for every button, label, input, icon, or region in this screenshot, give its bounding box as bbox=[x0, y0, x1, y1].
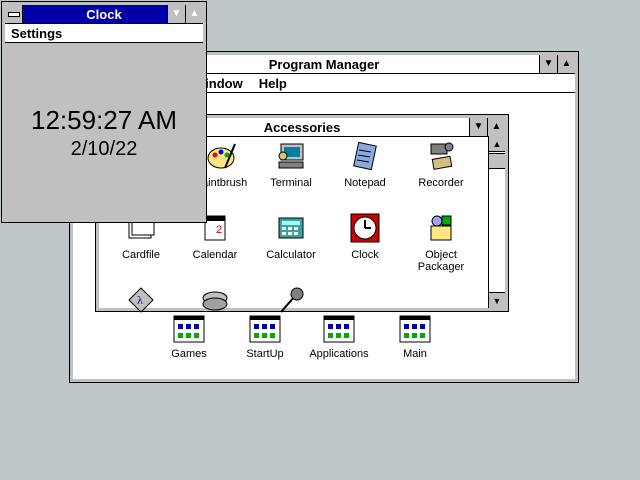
program-group-label: Main bbox=[403, 348, 427, 360]
accessory-item[interactable]: Calculator bbox=[251, 212, 331, 261]
accessory-label: Calculator bbox=[266, 249, 316, 261]
accessory-item[interactable] bbox=[251, 284, 331, 321]
accessory-item[interactable]: Notepad bbox=[325, 140, 405, 189]
svg-text:2: 2 bbox=[216, 224, 222, 236]
accessory-label: Clock bbox=[351, 249, 379, 261]
scroll-up-button[interactable]: ▲ bbox=[489, 136, 505, 152]
maximize-button[interactable]: ▲ bbox=[557, 55, 575, 73]
program-group-label: Games bbox=[171, 348, 207, 360]
notepad-icon bbox=[325, 140, 405, 175]
character-map-icon: λ bbox=[101, 284, 181, 319]
up-arrow-icon: ▲ bbox=[189, 8, 200, 19]
down-arrow-icon: ▼ bbox=[543, 58, 554, 69]
down-arrow-icon: ▼ bbox=[473, 121, 484, 132]
program-group-item[interactable]: Games bbox=[149, 315, 229, 360]
accessory-label: Object Packager bbox=[417, 249, 465, 273]
calculator-icon bbox=[251, 212, 331, 247]
accessories-title: Accessories bbox=[263, 119, 341, 135]
clock-maximize-button[interactable]: ▲ bbox=[185, 5, 203, 23]
down-arrow-icon: ▼ bbox=[171, 8, 182, 19]
menu-settings[interactable]: Settings bbox=[5, 26, 70, 41]
svg-text:λ: λ bbox=[137, 293, 143, 307]
scroll-down-button[interactable]: ▼ bbox=[489, 292, 505, 308]
menu-help[interactable]: Help bbox=[251, 76, 295, 91]
clock-minimize-button[interactable]: ▼ bbox=[167, 5, 185, 23]
clock-date: 2/10/22 bbox=[70, 138, 138, 160]
clock-menubar: Settings bbox=[5, 24, 203, 43]
accessory-item[interactable]: Clock bbox=[325, 212, 405, 261]
up-arrow-icon: ▲ bbox=[561, 58, 572, 69]
accessories-minimize-button[interactable]: ▼ bbox=[469, 118, 487, 136]
clock-title: Clock bbox=[86, 6, 122, 22]
accessories-maximize-button[interactable]: ▲ bbox=[487, 118, 505, 136]
accessory-label: Recorder bbox=[418, 177, 464, 189]
accessory-label: Notepad bbox=[344, 177, 386, 189]
program-group-item[interactable]: StartUp bbox=[225, 315, 305, 360]
up-arrow-icon: ▲ bbox=[492, 138, 502, 149]
vertical-scrollbar[interactable]: ▲ ▼ bbox=[488, 136, 505, 308]
program-manager-title: Program Manager bbox=[268, 56, 380, 72]
minimize-button[interactable]: ▼ bbox=[539, 55, 557, 73]
clock-titlebar[interactable]: Clock ▼ ▲ bbox=[5, 5, 203, 24]
accessory-item[interactable]: Object Packager bbox=[401, 212, 481, 273]
clock-icon bbox=[325, 212, 405, 247]
program-group-item[interactable]: Applications bbox=[299, 315, 379, 360]
accessory-label: Cardfile bbox=[122, 249, 160, 261]
program-group-item[interactable]: Main bbox=[375, 315, 455, 360]
clock-window[interactable]: Clock ▼ ▲ Settings 12:59:27 AM 2/10/22 bbox=[1, 1, 207, 223]
accessory-item[interactable]: Terminal bbox=[251, 140, 331, 189]
program-group-label: Applications bbox=[309, 348, 369, 360]
accessory-item[interactable] bbox=[175, 284, 255, 321]
scroll-thumb[interactable] bbox=[489, 153, 505, 169]
control-menu-icon bbox=[7, 11, 20, 17]
down-arrow-icon: ▼ bbox=[492, 295, 502, 306]
program-group-label: StartUp bbox=[246, 348, 284, 360]
accessory-label: Terminal bbox=[270, 177, 312, 189]
accessory-item[interactable]: Recorder bbox=[401, 140, 481, 189]
clock-display: 12:59:27 AM 2/10/22 bbox=[5, 43, 203, 219]
sound-recorder-icon bbox=[251, 284, 331, 319]
control-menu-button[interactable] bbox=[5, 5, 23, 23]
accessory-item[interactable]: λ bbox=[101, 284, 181, 321]
program-group-icon bbox=[375, 315, 455, 346]
clock-time: 12:59:27 AM bbox=[31, 105, 177, 135]
terminal-icon bbox=[251, 140, 331, 175]
up-arrow-icon: ▲ bbox=[491, 121, 502, 132]
media-player-icon bbox=[175, 284, 255, 319]
object-packager-icon bbox=[401, 212, 481, 247]
accessory-label: Calendar bbox=[192, 249, 238, 261]
recorder-icon bbox=[401, 140, 481, 175]
